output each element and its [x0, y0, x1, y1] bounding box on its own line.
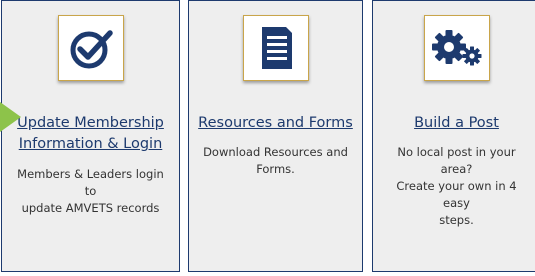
document-icon — [261, 27, 292, 69]
card-title-line[interactable]: Update Membership — [2, 113, 179, 134]
card-desc-line: update AMVETS records — [21, 201, 160, 215]
card-desc-line: Create your own in 4 easy — [396, 179, 517, 210]
build-a-post-card[interactable]: Build a Post No local post in your area?… — [372, 0, 535, 272]
card-description: No local post in your area? Create your … — [383, 144, 530, 229]
card-desc-line: No local post in your area? — [397, 145, 516, 176]
card-desc-line: steps. — [439, 213, 474, 227]
build-a-post-link[interactable]: Build a Post — [373, 113, 535, 134]
icon-frame — [242, 15, 309, 81]
quick-links-section: Update Membership Information & Login Me… — [0, 0, 535, 276]
resources-forms-card[interactable]: Resources and Forms Download Resources a… — [188, 0, 363, 272]
update-membership-card[interactable]: Update Membership Information & Login Me… — [1, 0, 180, 272]
card-description: Members & Leaders login to update AMVETS… — [12, 166, 169, 217]
card-desc-line: Forms. — [256, 162, 295, 176]
resources-forms-link[interactable]: Resources and Forms — [189, 113, 362, 134]
card-title-line[interactable]: Information & Login — [2, 134, 179, 155]
card-desc-line: Members & Leaders login to — [17, 167, 164, 198]
checkmark-circle-icon — [70, 30, 113, 69]
pointer-arrow-icon — [0, 102, 21, 132]
gears-icon — [431, 30, 481, 66]
card-desc-line: Download Resources and — [203, 145, 348, 159]
update-membership-link[interactable]: Update Membership Information & Login — [2, 113, 179, 155]
card-description: Download Resources and Forms. — [199, 144, 352, 178]
icon-frame — [57, 15, 124, 81]
icon-frame — [423, 15, 490, 81]
